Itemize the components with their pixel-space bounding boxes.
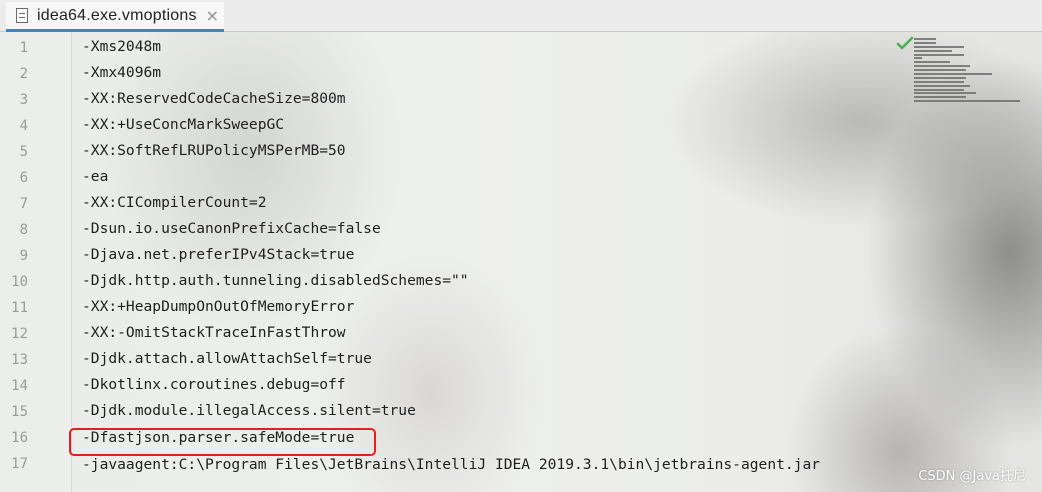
line-number: 10 — [11, 274, 28, 290]
close-icon[interactable]: × — [206, 6, 219, 25]
line-number: 6 — [19, 170, 28, 186]
code-line[interactable]: -Djdk.http.auth.tunneling.disabledScheme… — [82, 272, 469, 289]
code-line[interactable]: -XX:SoftRefLRUPolicyMSPerMB=50 — [82, 142, 346, 159]
editor-tab[interactable]: idea64.exe.vmoptions × — [6, 2, 224, 32]
line-number: 5 — [19, 144, 28, 160]
line-number: 9 — [19, 248, 28, 264]
line-number: 1 — [19, 40, 28, 56]
code-line[interactable]: -XX:-OmitStackTraceInFastThrow — [82, 324, 346, 341]
line-number: 7 — [19, 196, 28, 212]
watermark: CSDN @Java托尼 — [918, 469, 1026, 484]
line-number: 11 — [11, 300, 28, 316]
code-line[interactable]: -Xms2048m — [82, 38, 161, 55]
code-line[interactable]: -Dkotlinx.coroutines.debug=off — [82, 376, 346, 393]
line-number: 4 — [19, 118, 28, 134]
code-line[interactable]: -ea — [82, 168, 108, 185]
code-line[interactable]: -XX:ReservedCodeCacheSize=800m — [82, 90, 346, 107]
code-line[interactable]: -XX:+UseConcMarkSweepGC — [82, 116, 284, 133]
code-line[interactable]: -XX:CICompilerCount=2 — [82, 194, 267, 211]
file-icon — [16, 8, 28, 23]
code-line[interactable]: -Djava.net.preferIPv4Stack=true — [82, 246, 354, 263]
code-line[interactable]: -Dsun.io.useCanonPrefixCache=false — [82, 220, 381, 237]
line-number: 13 — [11, 352, 28, 368]
line-number: 14 — [11, 378, 28, 394]
line-number: 8 — [19, 222, 28, 238]
line-number: 3 — [19, 92, 28, 108]
editor-tab-bar: idea64.exe.vmoptions × — [0, 0, 1042, 32]
line-number: 17 — [11, 456, 28, 472]
highlight-annotation-box — [69, 428, 376, 456]
code-line[interactable]: -Xmx4096m — [82, 64, 161, 81]
code-line[interactable]: -Djdk.module.illegalAccess.silent=true — [82, 402, 416, 419]
check-icon[interactable] — [896, 36, 914, 52]
line-number-gutter[interactable]: 1 2 3 4 5 6 7 8 9 10 11 12 13 14 15 16 1… — [0, 32, 72, 492]
line-number: 15 — [11, 404, 28, 420]
line-number: 2 — [19, 66, 28, 82]
code-line[interactable]: -XX:+HeapDumpOnOutOfMemoryError — [82, 298, 354, 315]
code-line[interactable]: -javaagent:C:\Program Files\JetBrains\In… — [82, 456, 820, 473]
tab-title: idea64.exe.vmoptions — [37, 6, 197, 24]
code-minimap[interactable] — [914, 38, 1024, 106]
line-number: 12 — [11, 326, 28, 342]
code-line[interactable]: -Djdk.attach.allowAttachSelf=true — [82, 350, 372, 367]
line-number: 16 — [11, 430, 28, 446]
